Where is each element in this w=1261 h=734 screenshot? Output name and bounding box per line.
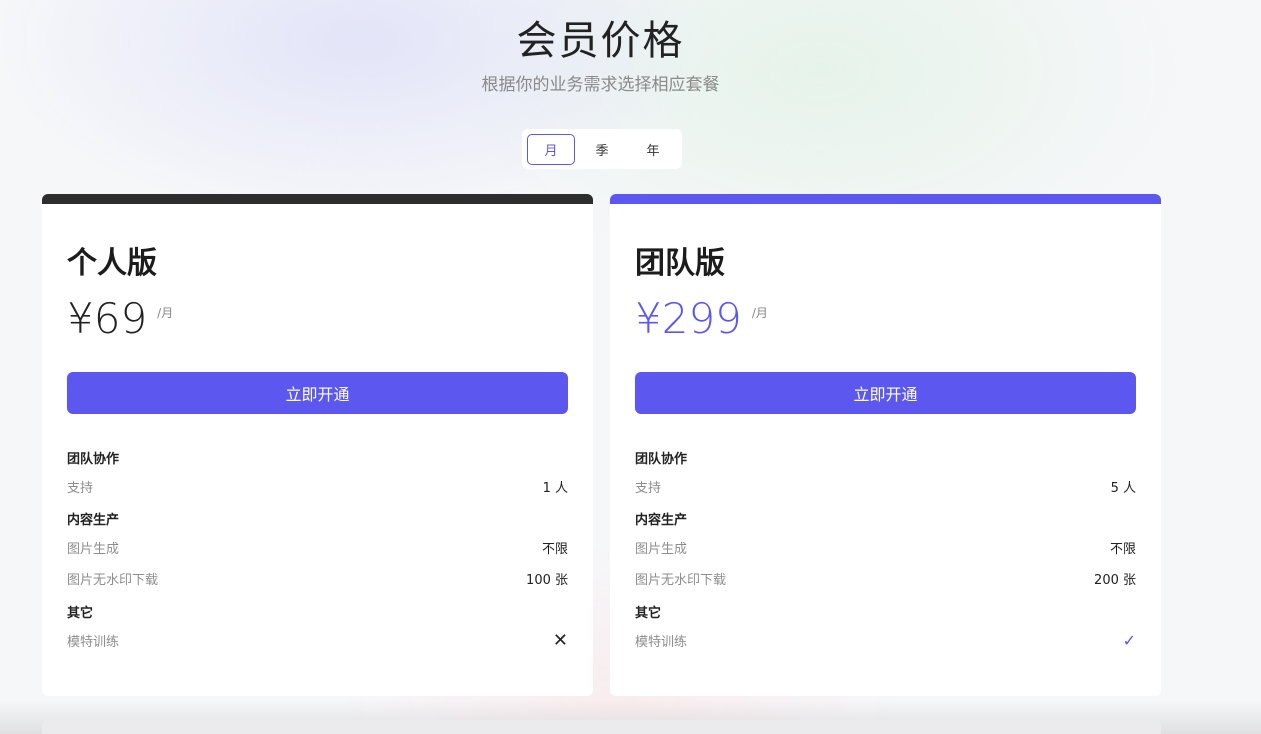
feature-row: 支持 1 人: [67, 471, 568, 502]
billing-period-toggle: 月 季 年: [522, 129, 682, 169]
feature-value: 5 人: [1110, 481, 1136, 496]
feature-value: 不限: [1109, 542, 1136, 557]
plan-card-personal: 个人版 ¥69 /月 立即开通 团队协作 支持 1 人 内容生产 图片生成 不限…: [42, 194, 593, 696]
next-section-panel: [42, 720, 1161, 734]
plan-card-top-bar: [42, 194, 593, 204]
plan-name: 团队版: [635, 246, 725, 281]
feature-label: 图片生成: [635, 542, 688, 557]
cross-icon: ✕: [552, 630, 568, 651]
plan-price: ¥69: [67, 294, 148, 343]
feature-value: 1 人: [542, 481, 568, 496]
subscribe-button-team[interactable]: 立即开通: [635, 372, 1136, 414]
period-option-quarter[interactable]: 季: [578, 134, 626, 165]
feature-section-title: 内容生产: [67, 513, 120, 528]
feature-section-title: 内容生产: [635, 513, 688, 528]
page-subtitle: 根据你的业务需求选择相应套餐: [481, 75, 720, 95]
plan-price: ¥299: [635, 294, 742, 343]
feature-row: 图片无水印下载 100 张: [67, 563, 568, 594]
feature-label: 图片无水印下载: [635, 573, 727, 588]
feature-label: 模特训练: [635, 635, 688, 650]
subscribe-button-personal[interactable]: 立即开通: [67, 372, 568, 414]
feature-list: 团队协作 支持 5 人 内容生产 图片生成 不限 图片无水印下载 200 张 其…: [635, 449, 1136, 656]
page-title: 会员价格: [516, 18, 685, 64]
feature-row: 图片生成 不限: [67, 532, 568, 563]
feature-label: 图片生成: [67, 542, 120, 557]
feature-value: 不限: [541, 542, 568, 557]
price-unit: /月: [157, 306, 174, 320]
feature-section-title: 其它: [67, 606, 94, 621]
feature-section-title: 团队协作: [67, 452, 120, 467]
plan-card-top-bar: [610, 194, 1161, 204]
price-row: ¥299 /月: [635, 294, 768, 343]
feature-label: 图片无水印下载: [67, 573, 159, 588]
feature-label: 支持: [67, 481, 94, 496]
feature-row: 模特训练 ✓: [635, 625, 1136, 656]
feature-value: 100 张: [526, 573, 568, 588]
feature-value: 200 张: [1094, 573, 1136, 588]
feature-label: 模特训练: [67, 635, 120, 650]
feature-label: 支持: [635, 481, 662, 496]
feature-list: 团队协作 支持 1 人 内容生产 图片生成 不限 图片无水印下载 100 张 其…: [67, 449, 568, 656]
price-unit: /月: [751, 306, 768, 320]
plan-name: 个人版: [67, 246, 157, 281]
plan-card-team: 团队版 ¥299 /月 立即开通 团队协作 支持 5 人 内容生产 图片生成 不…: [610, 194, 1161, 696]
feature-section-title: 团队协作: [635, 452, 688, 467]
feature-row: 图片生成 不限: [635, 532, 1136, 563]
period-option-month[interactable]: 月: [527, 133, 575, 165]
period-option-year[interactable]: 年: [629, 134, 677, 165]
feature-row: 支持 5 人: [635, 471, 1136, 502]
price-row: ¥69 /月: [67, 294, 174, 343]
feature-row: 模特训练 ✕: [67, 625, 568, 656]
feature-section-title: 其它: [635, 606, 662, 621]
check-icon: ✓: [1122, 631, 1136, 650]
feature-row: 图片无水印下载 200 张: [635, 563, 1136, 594]
